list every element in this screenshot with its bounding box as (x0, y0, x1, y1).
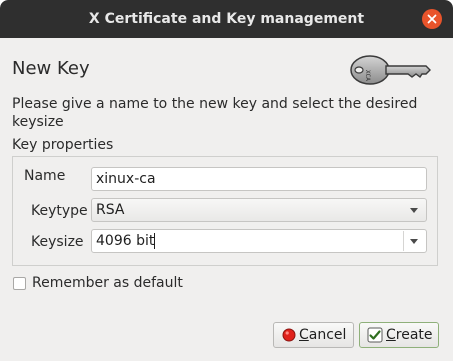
create-label: Create (386, 327, 433, 343)
svg-text:XCA: XCA (364, 70, 371, 81)
chevron-down-icon (410, 208, 418, 213)
key-properties-title: Key properties (12, 137, 114, 153)
cancel-label: Cancel (299, 327, 347, 343)
keytype-label: Keytype (31, 203, 88, 219)
keytype-select[interactable]: RSA (91, 198, 427, 222)
close-button[interactable] (422, 9, 442, 29)
keytype-value: RSA (96, 202, 125, 218)
create-button[interactable]: Create (359, 322, 439, 348)
close-icon (427, 14, 437, 24)
keysize-label: Keysize (31, 234, 84, 250)
cancel-icon (282, 328, 296, 342)
remember-default-checkbox[interactable] (13, 277, 26, 290)
name-input[interactable]: xinux-ca (91, 167, 427, 191)
dialog-window: X Certificate and Key management New Key… (0, 0, 453, 361)
keysize-combo[interactable]: 4096 bit (91, 229, 427, 253)
dialog-description: Please give a name to the new key and se… (12, 96, 418, 130)
cancel-button[interactable]: Cancel (273, 322, 354, 348)
key-icon: XCA (350, 55, 431, 85)
remember-default-label[interactable]: Remember as default (32, 275, 183, 291)
chevron-down-icon (410, 239, 418, 244)
window-title: X Certificate and Key management (88, 11, 365, 27)
title-bar: X Certificate and Key management (0, 0, 453, 38)
combo-separator (403, 231, 404, 251)
text-caret (154, 233, 155, 249)
checkmark-icon (367, 327, 383, 343)
keysize-value: 4096 bit (96, 233, 155, 249)
dialog-heading: New Key (12, 58, 90, 79)
name-label: Name (24, 168, 66, 184)
